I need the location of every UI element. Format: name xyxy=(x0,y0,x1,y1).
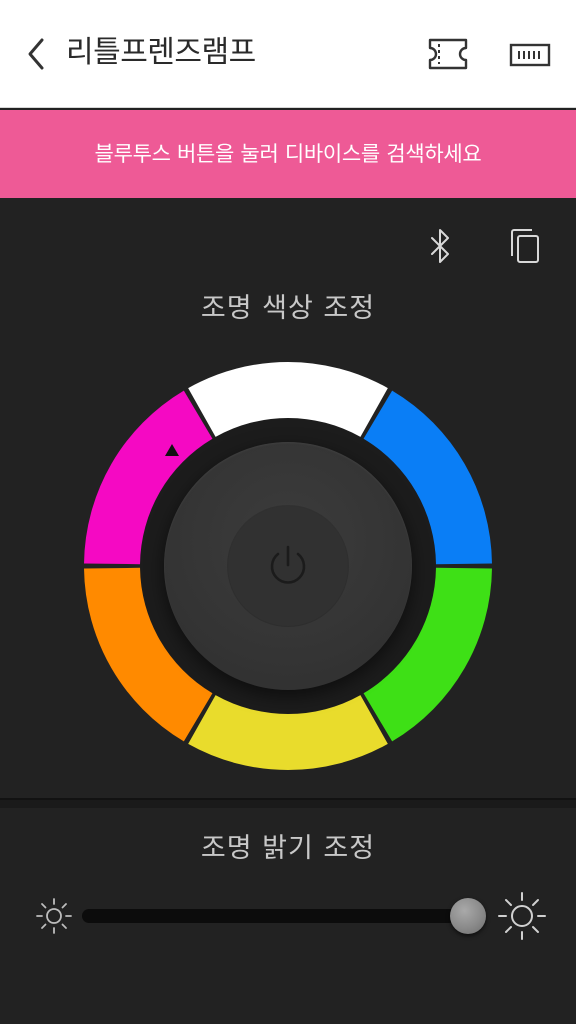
panel-divider xyxy=(0,798,576,808)
battery-icon xyxy=(509,43,551,67)
power-icon xyxy=(270,545,306,584)
bluetooth-button[interactable] xyxy=(424,226,456,266)
bluetooth-hint-banner: 블루투스 버튼을 눌러 디바이스를 검색하세요 xyxy=(0,110,576,198)
brightness-control-title: 조명 밝기 조정 xyxy=(200,833,376,864)
battery-button[interactable] xyxy=(508,40,552,70)
ticket-icon xyxy=(428,38,468,70)
control-knob xyxy=(164,442,412,690)
power-button[interactable] xyxy=(228,506,348,626)
bluetooth-icon xyxy=(431,229,449,263)
back-button[interactable] xyxy=(22,34,54,74)
chevron-left-icon xyxy=(28,38,44,70)
sun-large-icon xyxy=(498,892,546,940)
color-panel: 조명 색상 조정 xyxy=(0,198,576,798)
copy-icon xyxy=(511,229,539,263)
sun-small-icon xyxy=(36,898,72,934)
page-title: 리틀프렌즈램프 xyxy=(66,35,256,70)
app-header: 리틀프렌즈램프 xyxy=(0,0,576,108)
ticket-button[interactable] xyxy=(426,36,470,72)
brightness-slider-thumb[interactable] xyxy=(449,898,486,934)
indicator-triangle-icon xyxy=(165,444,179,456)
brightness-slider[interactable] xyxy=(82,898,486,934)
copy-button[interactable] xyxy=(506,226,544,266)
color-wheel xyxy=(78,356,498,776)
color-control-title: 조명 색상 조정 xyxy=(200,293,376,324)
